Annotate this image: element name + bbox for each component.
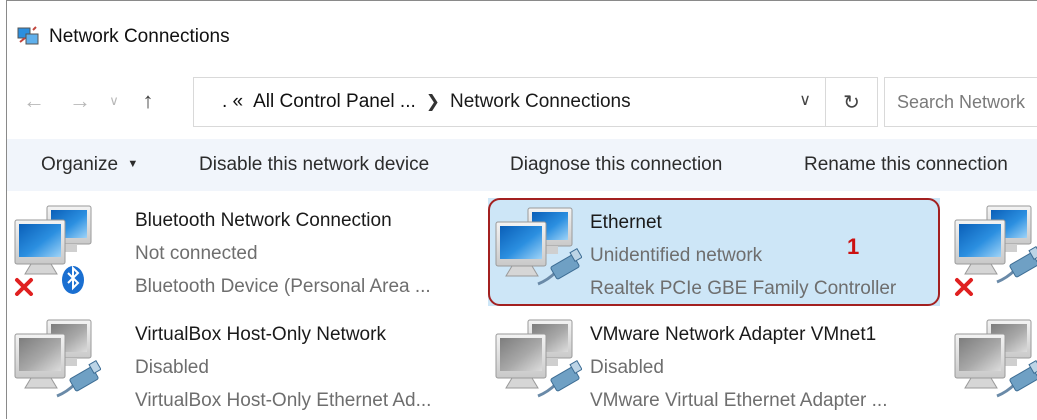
forward-arrow-icon[interactable]: → xyxy=(67,85,93,117)
connection-name: VirtualBox Host-Only Network xyxy=(135,324,386,345)
breadcrumb-separator-icon[interactable]: ❯ xyxy=(426,92,440,112)
command-bar: Organize ▼ Disable this network device D… xyxy=(7,139,1037,191)
breadcrumb-overflow[interactable]: . « xyxy=(222,91,243,113)
breadcrumb-control-panel[interactable]: All Control Panel ... xyxy=(253,91,416,113)
organize-dropdown-icon: ▼ xyxy=(127,158,139,170)
connection-status: Disabled xyxy=(135,357,209,378)
ethernet-disabled-icon xyxy=(14,319,101,398)
connection-item-partial-disconnected[interactable] xyxy=(947,196,1037,304)
annotation-highlight-box xyxy=(488,198,940,306)
refresh-icon[interactable]: ↻ xyxy=(826,77,878,127)
breadcrumb-network-connections[interactable]: Network Connections xyxy=(450,91,631,113)
recent-locations-chevron-icon[interactable]: ∨ xyxy=(101,85,127,117)
network-connections-icon xyxy=(17,26,39,45)
window-title: Network Connections xyxy=(49,26,230,47)
bluetooth-network-icon xyxy=(14,205,92,296)
connection-device: Bluetooth Device (Personal Area ... xyxy=(135,276,431,297)
connection-name: Bluetooth Network Connection xyxy=(135,210,392,231)
connection-name: VMware Network Adapter VMnet1 xyxy=(590,324,877,345)
annotation-callout-number: 1 xyxy=(847,234,860,259)
search-input[interactable]: Search Network xyxy=(884,77,1037,127)
connection-item-bluetooth[interactable]: Bluetooth Network Connection Not connect… xyxy=(7,196,477,304)
ethernet-disabled-icon xyxy=(495,319,582,398)
disable-device-button[interactable]: Disable this network device xyxy=(199,154,429,176)
connection-item-partial-disabled[interactable] xyxy=(947,310,1037,418)
connection-status: Disabled xyxy=(590,357,664,378)
address-bar[interactable]: . « All Control Panel ... ❯ Network Conn… xyxy=(193,77,826,127)
connection-status: Not connected xyxy=(135,243,258,264)
ethernet-network-icon xyxy=(954,205,1037,296)
organize-label: Organize xyxy=(41,154,119,175)
search-placeholder: Search Network xyxy=(897,91,1026,112)
ethernet-disabled-icon xyxy=(954,319,1037,398)
title-bar: Network Connections xyxy=(7,1,1037,73)
back-arrow-icon[interactable]: ← xyxy=(21,85,47,117)
connection-device: VirtualBox Host-Only Ethernet Ad... xyxy=(135,390,432,411)
network-connections-window: Network Connections ← → ∨ ↑ . « All Cont… xyxy=(6,0,1037,419)
organize-button[interactable]: Organize ▼ xyxy=(41,154,138,176)
rename-connection-button[interactable]: Rename this connection xyxy=(804,154,1008,176)
connections-list: Bluetooth Network Connection Not connect… xyxy=(7,196,1037,420)
connection-item-virtualbox[interactable]: VirtualBox Host-Only Network Disabled Vi… xyxy=(7,310,477,418)
address-dropdown-icon[interactable]: ∨ xyxy=(799,90,811,110)
connection-item-vmware-vmnet1[interactable]: VMware Network Adapter VMnet1 Disabled V… xyxy=(488,310,940,418)
diagnose-connection-button[interactable]: Diagnose this connection xyxy=(510,154,722,176)
address-row: ← → ∨ ↑ . « All Control Panel ... ❯ Netw… xyxy=(7,73,1037,129)
up-arrow-icon[interactable]: ↑ xyxy=(135,85,161,117)
connection-device: VMware Virtual Ethernet Adapter ... xyxy=(590,390,888,411)
